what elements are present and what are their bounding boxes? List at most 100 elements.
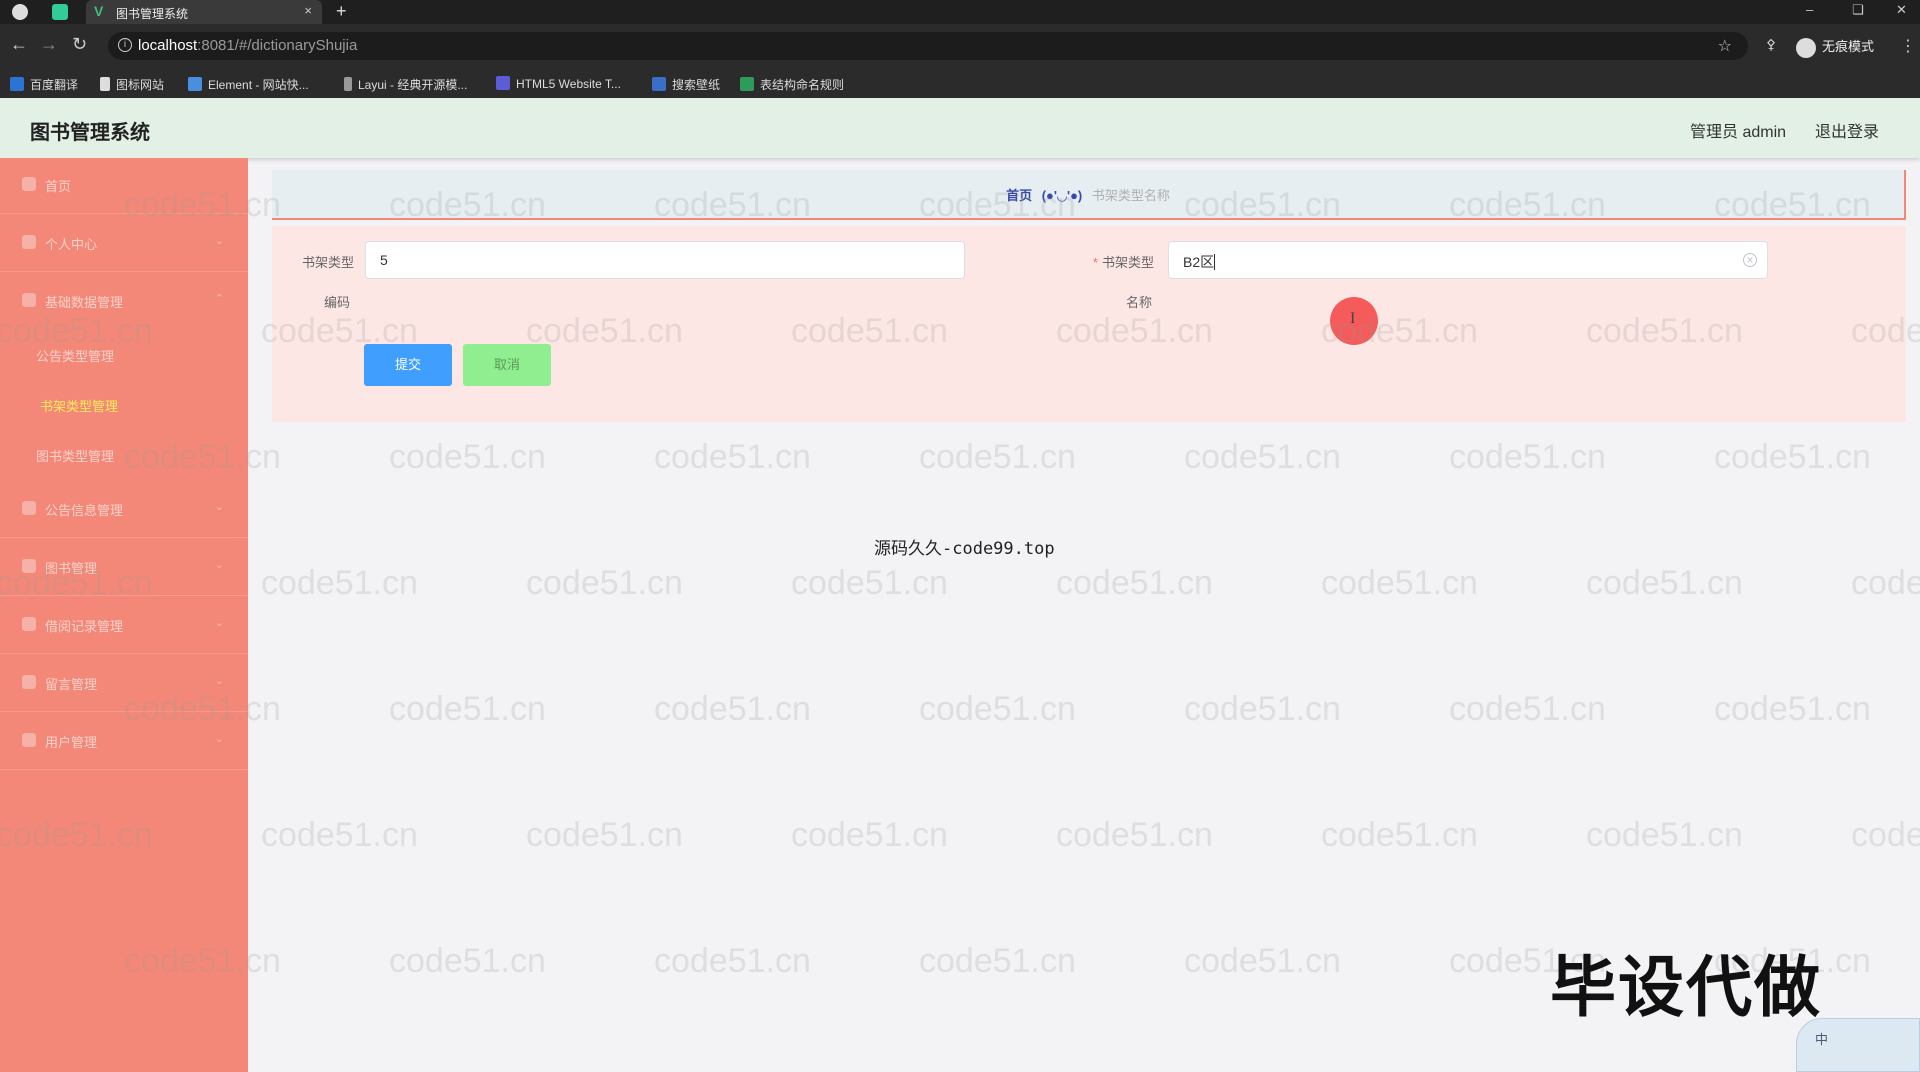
watermark-text: code51.cn (1056, 816, 1213, 854)
breadcrumb-separator: (●'◡'●) (1041, 188, 1083, 203)
sidebar-item-home[interactable]: 首页 (0, 158, 248, 214)
logout-link[interactable]: 退出登录 (1815, 118, 1879, 142)
overlay-watermark: 毕设代做 (1550, 950, 1822, 1024)
tab-close-icon[interactable]: × (304, 3, 312, 18)
bookmark-item[interactable]: Element - 网站快... (188, 76, 309, 93)
shelf-code-value: 5 (380, 252, 388, 268)
window-close-icon[interactable]: ✕ (1896, 2, 1907, 18)
browser-logo-icon (12, 4, 28, 20)
star-icon[interactable]: ☆ (1718, 36, 1732, 56)
code-field-label: 书架类型 (301, 255, 354, 270)
sidebar-item-borrow[interactable]: 借阅记录管理 ⌄ (0, 598, 248, 654)
sidebar-subitem-book-type[interactable]: 图书类型管理 (36, 446, 114, 465)
watermark-text: code51.cn (1714, 438, 1871, 476)
translate-icon (10, 77, 24, 91)
watermark-text: code51.cn (654, 690, 811, 728)
chevron-down-icon: ⌄ (214, 559, 224, 571)
back-icon[interactable]: ← (10, 34, 28, 55)
table-icon (22, 675, 36, 689)
clear-icon[interactable]: ✕ (1743, 253, 1757, 267)
shelf-code-input[interactable]: 5 (365, 241, 965, 279)
sidebar-item-users[interactable]: 用户管理 ⌄ (0, 714, 248, 770)
watermark-text: code51.cn (389, 438, 546, 476)
required-mark: * (1092, 255, 1098, 270)
bookmark-item[interactable]: 表结构命名规则 (740, 76, 844, 93)
watermark-text: code51.cn (389, 690, 546, 728)
ime-label: 中 (1815, 1032, 1829, 1047)
watermark-text: code51.cn (1851, 816, 1920, 854)
sidebar-subitem-notice-type[interactable]: 公告类型管理 (36, 346, 114, 365)
watermark-text: code51.cn (1184, 690, 1341, 728)
chevron-down-icon: ⌄ (214, 501, 224, 513)
chevron-down-icon: ⌄ (214, 617, 224, 629)
chevron-up-icon: ⌃ (214, 293, 224, 305)
breadcrumb: 首页 (●'◡'●) 书架类型名称 (272, 170, 1906, 220)
sidebar-item-messages[interactable]: 留言管理 ⌄ (0, 656, 248, 712)
incognito-label: 无痕模式 (1822, 39, 1875, 54)
users-icon (22, 733, 36, 747)
sidebar-item-profile[interactable]: 个人中心 ⌄ (0, 216, 248, 272)
shelf-name-input[interactable]: B2区 ✕ (1168, 241, 1768, 279)
info-icon[interactable]: i (118, 38, 132, 52)
sidebar-subitem-shelf-type[interactable]: 书架类型管理 (40, 396, 118, 415)
home-icon (22, 177, 36, 191)
sidebar-item-basic-data[interactable]: 基础数据管理 ⌃ (0, 274, 248, 330)
sidebar-item-books[interactable]: 图书管理 ⌄ (0, 540, 248, 596)
sheet-icon (740, 77, 754, 91)
reload-icon[interactable]: ↻ (72, 34, 87, 55)
watermark-text: code51.cn (1184, 438, 1341, 476)
chevron-down-icon: ⌄ (214, 675, 224, 687)
watermark-text: code51.cn (1184, 942, 1341, 980)
cursor-highlight-icon (1330, 297, 1378, 345)
name-field-label-text: 书架类型 (1101, 255, 1154, 270)
incognito-indicator[interactable]: 无痕模式 (1796, 36, 1874, 58)
watermark-text: code51.cn (1851, 564, 1920, 602)
bookmark-item[interactable]: Layui - 经典开源模... (344, 76, 467, 93)
location-icon (22, 501, 36, 515)
text-caret (1214, 254, 1216, 270)
watermark-text: code51.cn (654, 438, 811, 476)
address-bar-row: ← → ↻ i localhost:8081/#/dictionaryShuji… (0, 24, 1920, 68)
flag-icon (100, 77, 110, 91)
tab-title: 图书管理系统 (116, 7, 189, 21)
name-field-label: * 书架类型 (1076, 252, 1154, 271)
bookmark-item[interactable]: 百度翻译 (10, 76, 78, 93)
footer-note: 源码久久-code99.top (874, 539, 1055, 559)
bookmark-item[interactable]: HTML5 Website T... (496, 76, 621, 91)
key-icon[interactable]: ⚴ (1766, 36, 1776, 53)
cancel-button[interactable]: 取消 (463, 344, 551, 386)
chevron-down-icon: ⌄ (214, 733, 224, 745)
watermark-text: code51.cn (526, 816, 683, 854)
watermark-text: code51.cn (1056, 564, 1213, 602)
menu-icon[interactable]: ⋮ (1900, 36, 1916, 56)
bookmark-item[interactable]: 图标网站 (100, 76, 164, 93)
new-tab-button[interactable]: + (336, 1, 347, 22)
breadcrumb-home[interactable]: 首页 (1006, 188, 1032, 203)
name-field-label-line2: 名称 (1126, 295, 1153, 310)
watermark-text: code51.cn (1449, 690, 1606, 728)
watermark-text: code51.cn (1586, 564, 1743, 602)
forward-icon[interactable]: → (40, 34, 58, 55)
watermark-text: code51.cn (654, 942, 811, 980)
url-field[interactable]: i localhost:8081/#/dictionaryShujia ☆ (108, 32, 1748, 60)
wallpaper-icon (652, 77, 666, 91)
browser-tab-bar: V 图书管理系统 × + – ❏ ✕ (0, 0, 1920, 24)
bookmark-item[interactable]: 搜索壁纸 (652, 76, 720, 93)
watermark-text: code51.cn (389, 942, 546, 980)
extension-icon[interactable] (52, 4, 68, 20)
browser-tab[interactable]: V 图书管理系统 × (86, 0, 322, 24)
sidebar-item-notice[interactable]: 公告信息管理 ⌄ (0, 482, 248, 538)
watermark-text: code51.cn (1449, 438, 1606, 476)
minimize-icon[interactable]: – (1806, 2, 1813, 17)
layui-icon (344, 77, 352, 91)
watermark-text: code51.cn (919, 438, 1076, 476)
restore-icon[interactable]: ❏ (1852, 2, 1864, 18)
watermark-text: code51.cn (1321, 564, 1478, 602)
submit-button[interactable]: 提交 (364, 344, 452, 386)
app-title: 图书管理系统 (30, 122, 150, 144)
admin-label: 管理员 admin (1690, 124, 1787, 141)
watermark-text: code51.cn (1586, 816, 1743, 854)
grid-icon (22, 617, 36, 631)
url-host: localhost (138, 37, 198, 54)
ime-widget[interactable]: 中 (1796, 1018, 1920, 1072)
